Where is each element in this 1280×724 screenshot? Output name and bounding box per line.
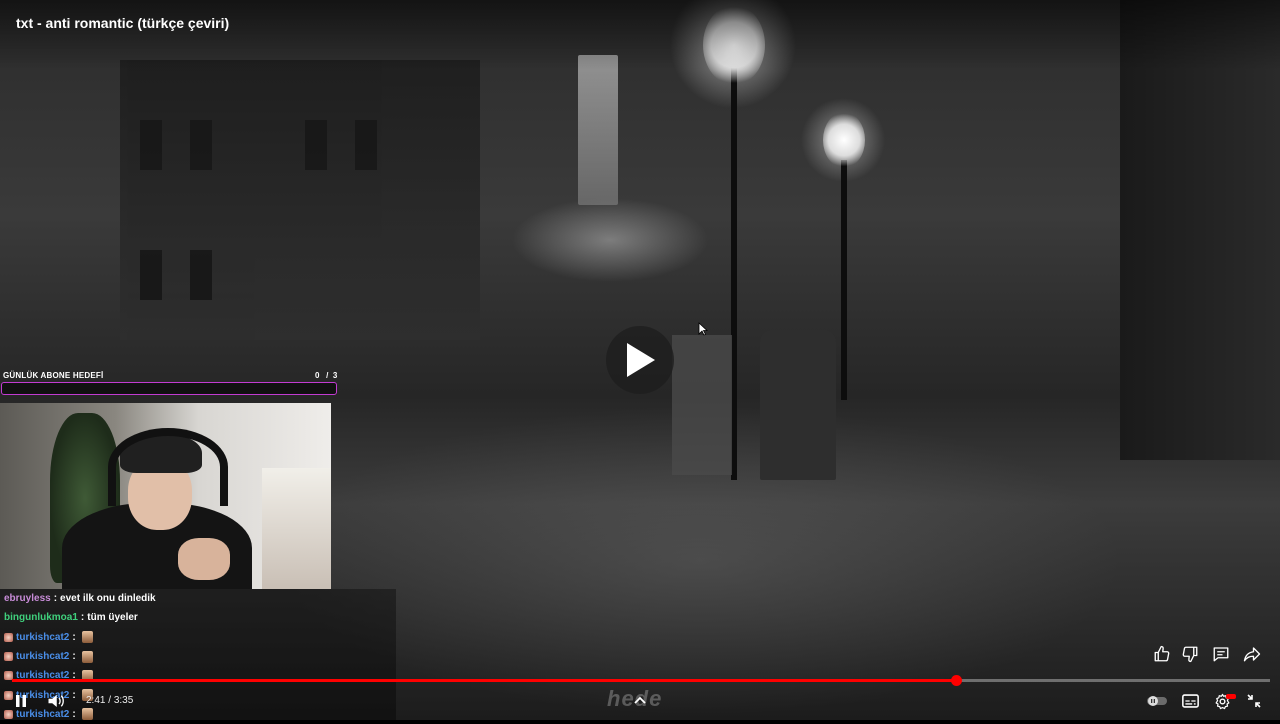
chat-message: bingunlukmoa1: tüm üyeler: [0, 608, 396, 627]
captions-icon: [1181, 694, 1199, 708]
user-badge-icon: [4, 709, 13, 719]
center-play-button[interactable]: [606, 326, 674, 394]
chat-colon: :: [72, 631, 76, 643]
like-button[interactable]: [1152, 644, 1172, 664]
volume-icon: [48, 695, 64, 707]
chat-username[interactable]: bingunlukmoa1: [4, 612, 78, 623]
mouse-cursor-icon: [698, 322, 708, 336]
lamp-light: [823, 112, 865, 168]
quality-badge: [1226, 694, 1236, 699]
chat-emote-icon: [81, 708, 93, 721]
exit-fullscreen-icon: [1247, 694, 1261, 708]
chat-text: evet ilk onu dinledik: [60, 593, 156, 605]
chat-message: turkishcat2:: [0, 628, 396, 647]
chat-emote-icon: [81, 631, 93, 644]
user-badge-icon: [4, 652, 13, 662]
user-badge-icon: [4, 632, 13, 642]
theater-sign: [578, 55, 618, 205]
chat-colon: :: [53, 593, 58, 605]
webcam-bed: [262, 468, 331, 589]
chat-message: turkishcat2:: [0, 666, 396, 685]
autoplay-toggle[interactable]: [1146, 694, 1168, 708]
volume-button[interactable]: [46, 692, 66, 710]
video-title[interactable]: txt - anti romantic (türkçe çeviri): [16, 15, 229, 31]
time-current: 2:41: [86, 695, 106, 706]
street-box: [672, 335, 732, 475]
comment-icon: [1213, 647, 1229, 662]
chat-colon: :: [72, 651, 76, 663]
webcam-headphones: [108, 428, 228, 506]
chat-username[interactable]: turkishcat2: [16, 651, 69, 662]
chat-message: turkishcat2:: [0, 647, 396, 666]
chat-username[interactable]: turkishcat2: [16, 632, 69, 643]
chat-emote-icon: [81, 650, 93, 663]
progress-played: [12, 679, 956, 682]
share-icon: [1243, 647, 1261, 662]
chat-username[interactable]: turkishcat2: [16, 709, 69, 720]
time-total: 3:35: [113, 695, 134, 706]
autoplay-toggle-icon: [1147, 696, 1167, 706]
thumbs-down-icon: [1182, 646, 1198, 663]
share-button[interactable]: [1242, 644, 1262, 664]
progress-scrubber[interactable]: [950, 675, 962, 686]
dislike-button[interactable]: [1180, 644, 1200, 664]
pause-button[interactable]: [12, 692, 30, 710]
background-building: [120, 60, 480, 340]
expand-description-button[interactable]: [630, 692, 650, 708]
thumbs-up-icon: [1154, 645, 1170, 662]
chat-colon: :: [72, 708, 76, 720]
chat-colon: :: [72, 689, 76, 701]
chat-username[interactable]: ebruyless: [4, 593, 51, 604]
sub-goal-progress-bar: [1, 382, 337, 395]
play-icon: [627, 343, 655, 377]
pause-icon: [16, 695, 26, 707]
sub-goal-count: 0 / 3: [315, 371, 337, 380]
captions-button[interactable]: [1180, 692, 1200, 710]
sub-goal-total: 3: [332, 371, 338, 380]
sub-goal-current: 0: [315, 371, 320, 380]
chevron-up-icon: [634, 696, 646, 704]
chat-text: tüm üyeler: [87, 612, 138, 624]
comments-button[interactable]: [1211, 644, 1231, 664]
exit-fullscreen-button[interactable]: [1244, 692, 1264, 710]
lamp-post: [841, 160, 847, 400]
mailbox: [760, 330, 836, 480]
webcam-feed: [0, 403, 331, 589]
chat-colon: :: [80, 612, 85, 624]
sub-goal-label: GÜNLÜK ABONE HEDEFİ: [3, 371, 104, 380]
chat-message: ebruyless: evet ilk onu dinledik: [0, 589, 396, 608]
title-bar: txt - anti romantic (türkçe çeviri): [0, 0, 1280, 70]
progress-bar[interactable]: [12, 675, 1270, 686]
time-display: 2:41 / 3:35: [86, 695, 133, 706]
webcam-person-hand: [178, 538, 230, 580]
sub-goal-separator: /: [321, 371, 331, 380]
